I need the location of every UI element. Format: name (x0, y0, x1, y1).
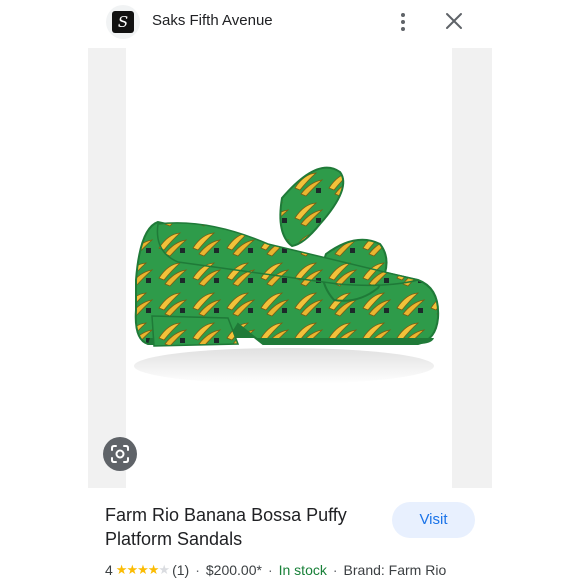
star-icon: ★ (126, 562, 138, 578)
star-icon: ★ (137, 562, 149, 578)
site-name[interactable]: Saks Fifth Avenue (152, 12, 273, 29)
close-icon[interactable] (442, 9, 466, 33)
product-title[interactable]: Farm Rio Banana Bossa Puffy Platform San… (105, 503, 375, 551)
star-empty-icon: ★ (158, 562, 170, 578)
star-icon: ★ (147, 562, 160, 578)
review-count[interactable]: (1) (172, 562, 189, 578)
stock-status: In stock (278, 562, 327, 578)
more-vert-icon[interactable] (393, 10, 413, 34)
price: $200.00* (205, 562, 262, 578)
google-lens-icon[interactable] (103, 437, 137, 471)
left-margin (0, 0, 88, 580)
right-margin (492, 0, 580, 580)
product-image (134, 166, 440, 384)
panel-header: S Saks Fifth Avenue (88, 0, 492, 46)
rating-stars: ★★★★★ (115, 562, 170, 578)
saks-logo-icon[interactable]: S (106, 5, 140, 39)
star-icon: ★ (115, 562, 128, 578)
visit-button[interactable]: Visit (392, 502, 475, 538)
brand: Brand: Farm Rio (343, 562, 447, 578)
result-panel: S Saks Fifth Avenue Farm Rio Banana Boss… (88, 0, 492, 580)
rating-value: 4 (105, 562, 113, 578)
product-image-area[interactable] (88, 48, 492, 488)
product-meta: 4 ★★★★★ (1) · $200.00* · In stock · Bran… (105, 562, 447, 578)
